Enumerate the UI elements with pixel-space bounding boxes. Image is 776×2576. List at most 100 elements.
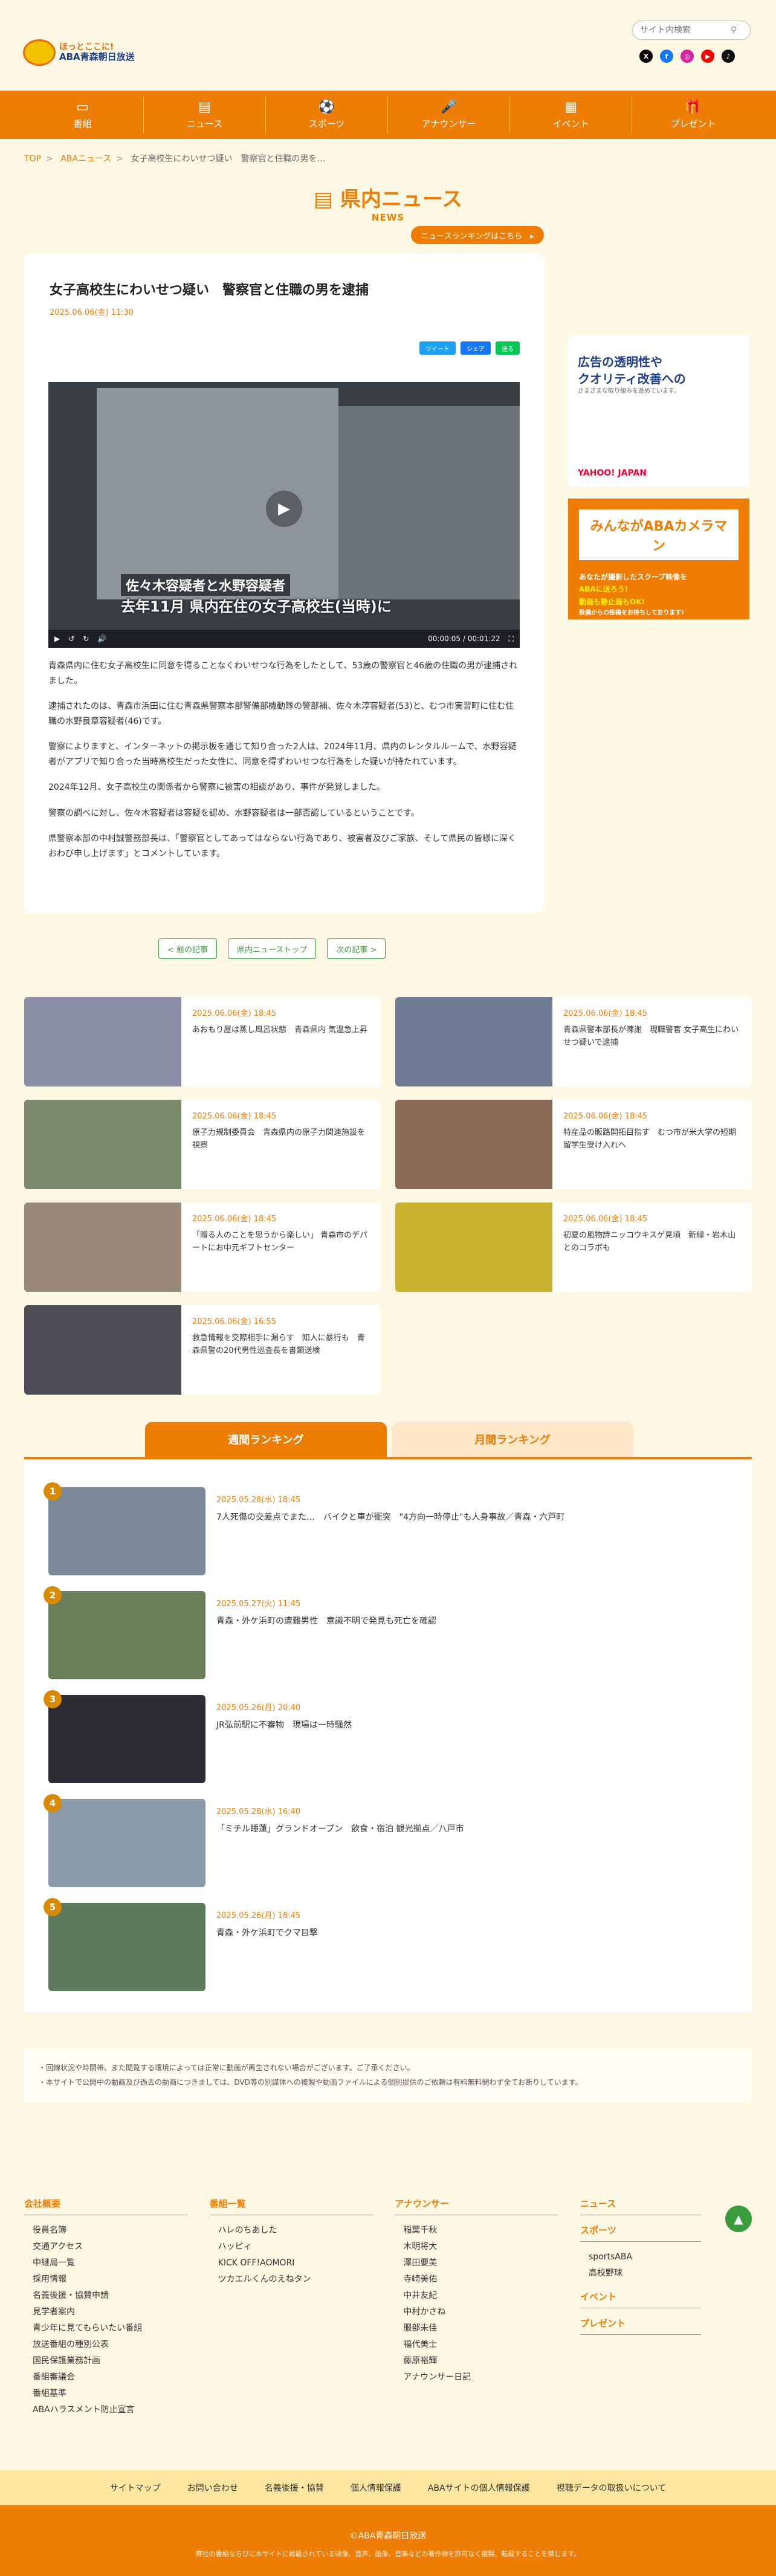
facebook-icon[interactable]: f — [660, 50, 673, 63]
footer-link[interactable]: 中井友紀 — [395, 2288, 580, 2304]
youtube-icon[interactable]: ▶ — [701, 50, 714, 63]
news-card[interactable]: 2025.06.06(金) 18:45 初夏の風物詩ニッコウキスゲ見頃 新緑・岩木… — [395, 1202, 752, 1292]
news-card[interactable]: 2025.06.06(金) 18:45 特産品の販路開拓目指す むつ市が米大学の短… — [395, 1100, 752, 1189]
footer-heading[interactable]: 番組一覧 — [209, 2197, 373, 2215]
volume-icon[interactable]: 🔊 — [97, 634, 106, 643]
footer-heading[interactable]: スポーツ — [580, 2224, 702, 2242]
footer-link[interactable]: 中継局一覧 — [24, 2255, 210, 2271]
prev-article-button[interactable]: < 前の記事 — [158, 938, 218, 959]
x-icon[interactable]: X — [639, 50, 653, 63]
footer-link[interactable]: 名義後援・協賛申請 — [24, 2288, 210, 2304]
logo-mascot-icon — [23, 39, 56, 66]
nav-announcers[interactable]: 🎤 アナウンサー — [388, 97, 510, 133]
ranking-item[interactable]: 2 2025.05.27(火) 11:45 青森・外ケ浜町の遭難男性 意識不明で発… — [44, 1586, 436, 1679]
footer-link[interactable]: ツカエルくんのえねタン — [210, 2271, 395, 2288]
forward-icon[interactable]: ↻ — [83, 634, 89, 643]
ad-banner-camera[interactable]: みんながABAカメラマン あなたが撮影したスクープ映像を ABAに送ろう! 動画… — [568, 499, 749, 619]
share-buttons: ツイート シェア 送る — [419, 341, 520, 355]
news-card[interactable]: 2025.06.06(金) 18:45 あおもり屋は蒸し風呂状態 青森県内 気温急… — [24, 997, 381, 1086]
news-card[interactable]: 2025.06.06(金) 18:45 青森県警本部長が陳謝 現職警官 女子高生に… — [395, 997, 752, 1086]
news-thumbnail — [395, 1202, 552, 1292]
back-to-top-icon[interactable]: ▲ — [725, 2206, 752, 2232]
play-icon[interactable]: ▶ — [266, 491, 302, 527]
news-card[interactable]: 2025.06.06(金) 18:45 「贈る人のことを思うから楽しい」 青森市の… — [24, 1202, 381, 1292]
play-control-icon[interactable]: ▶ — [54, 634, 60, 643]
ad-banner-yahoo[interactable]: 広告の透明性や クオリティ改善への さまざまな取り組みを進めています。 YAHO… — [568, 335, 749, 486]
news-top-button[interactable]: 県内ニューストップ — [228, 938, 317, 959]
footer-link[interactable]: 放送番組の種別公表 — [24, 2337, 210, 2353]
nav-presents[interactable]: 🎁 プレゼント — [632, 97, 754, 133]
footer-link[interactable]: ABAハラスメント防止宣言 — [24, 2402, 210, 2418]
footer-link[interactable]: 高校野球 — [580, 2265, 701, 2282]
news-card[interactable]: 2025.06.06(金) 18:45 原子力規制委員会 青森県内の原子力関連施設… — [24, 1100, 381, 1189]
footer-col-news: ニュース スポーツ sportsABA 高校野球 イベント プレゼント — [580, 2197, 702, 2418]
video-player[interactable]: ▶ 佐々木容疑者と水野容疑者 去年11月 県内在住の女子高校生(当時)に ▶ ↺… — [48, 382, 520, 648]
footer-link[interactable]: 役員名簿 — [24, 2223, 210, 2239]
footer-bar-link[interactable]: 視聴データの取扱いについて — [557, 2482, 667, 2494]
footer-heading[interactable]: アナウンサー — [395, 2197, 558, 2215]
footer-link[interactable]: 澤田要美 — [395, 2255, 580, 2271]
footer-link[interactable]: KICK OFF!AOMORI — [210, 2255, 395, 2271]
ranking-item[interactable]: 3 2025.05.26(月) 20:40 JR弘前駅に不審物 現場は一時騒然 — [44, 1690, 352, 1783]
search-icon[interactable]: ⚲ — [731, 25, 737, 35]
next-article-button[interactable]: 次の記事 > — [327, 938, 386, 959]
footer-link[interactable]: アナウンサー日記 — [395, 2369, 580, 2386]
footer-heading[interactable]: プレゼント — [580, 2317, 702, 2335]
footer-link[interactable]: 見学者案内 — [24, 2304, 210, 2320]
footer-link[interactable]: 採用情報 — [24, 2271, 210, 2288]
footer-link[interactable]: 交通アクセス — [24, 2239, 210, 2255]
news-card[interactable]: 2025.06.06(金) 16:55 救急情報を交際相手に漏らす 知人に暴行も … — [24, 1305, 381, 1395]
ranking-thumbnail: 1 — [44, 1482, 205, 1575]
line-send-button[interactable]: 送る — [496, 341, 520, 355]
nav-programs[interactable]: ▭ 番組 — [22, 97, 144, 133]
breadcrumb-aba-news[interactable]: ABAニュース — [60, 154, 111, 164]
rank-number: 4 — [44, 1794, 62, 1812]
footer-link[interactable]: sportsABA — [580, 2249, 701, 2265]
ranking-thumbnail: 5 — [44, 1898, 205, 1991]
footer-link[interactable]: 藤原裕輝 — [395, 2353, 580, 2369]
nav-news[interactable]: ▤ ニュース — [144, 97, 266, 133]
site-logo[interactable]: ほっとここに! ABA青森朝日放送 — [23, 35, 150, 70]
footer-link[interactable]: 国民保護業務計画 — [24, 2353, 210, 2369]
ranking-item[interactable]: 4 2025.05.28(水) 16:40 「ミチル睡蓮」グランドオープン 飲食・… — [44, 1794, 464, 1887]
footer-link[interactable]: 福代美士 — [395, 2337, 580, 2353]
tab-weekly-ranking[interactable]: 週間ランキング — [145, 1422, 387, 1457]
footer-bar-link[interactable]: お問い合わせ — [187, 2482, 238, 2494]
footer-link[interactable]: ハレのちあした — [210, 2223, 395, 2239]
news-thumbnail — [24, 997, 181, 1086]
footer-link[interactable]: 青少年に見てもらいたい番組 — [24, 2320, 210, 2337]
facebook-share-button[interactable]: シェア — [461, 341, 491, 355]
tab-monthly-ranking[interactable]: 月間ランキング — [392, 1422, 633, 1457]
fullscreen-icon[interactable]: ⛶ — [509, 634, 514, 644]
instagram-icon[interactable]: ◎ — [681, 50, 694, 63]
footer-bar-link[interactable]: 個人情報保護 — [351, 2482, 401, 2494]
footer-link[interactable]: ハッピィ — [210, 2239, 395, 2255]
footer-bar-link[interactable]: サイトマップ — [110, 2482, 161, 2494]
footer-bar-link[interactable]: 名義後援・協賛 — [265, 2482, 324, 2494]
search-input[interactable] — [640, 25, 731, 35]
footer-link[interactable]: 寺崎美佑 — [395, 2271, 580, 2288]
ranking-thumbnail: 4 — [44, 1794, 205, 1887]
footer-heading[interactable]: イベント — [580, 2290, 702, 2308]
footer-link[interactable]: 番組審議会 — [24, 2369, 210, 2386]
rewind-icon[interactable]: ↺ — [68, 634, 74, 643]
nav-events[interactable]: ▦ イベント — [510, 97, 632, 133]
footer-link[interactable]: 稲葉千秋 — [395, 2223, 580, 2239]
nav-sports[interactable]: ⚽ スポーツ — [266, 97, 388, 133]
footer-link[interactable]: 服部未佳 — [395, 2320, 580, 2337]
tweet-button[interactable]: ツイート — [419, 341, 456, 355]
ranking-item[interactable]: 1 2025.05.28(水) 18:45 7人死傷の交差点でまた… バイクと車が… — [44, 1482, 564, 1575]
ranking-item[interactable]: 5 2025.05.26(月) 18:45 青森・外ケ浜町でクマ目撃 — [44, 1898, 318, 1991]
footer-link[interactable]: 木明将大 — [395, 2239, 580, 2255]
footer-link[interactable]: 番組基準 — [24, 2386, 210, 2402]
footer-bar-link[interactable]: ABAサイトの個人情報保護 — [428, 2482, 530, 2494]
footer-heading[interactable]: 会社概要 — [24, 2197, 187, 2215]
copyright-text: ©ABA青森朝日放送 — [349, 2531, 427, 2541]
breadcrumb-top[interactable]: TOP — [24, 154, 41, 164]
tiktok-icon[interactable]: ♪ — [722, 50, 735, 63]
footer-link[interactable]: 中村かさね — [395, 2304, 580, 2320]
news-ranking-link[interactable]: ニュースランキングはこちら ▸ — [411, 226, 544, 244]
footer-heading[interactable]: ニュース — [580, 2197, 702, 2215]
playback-notice: ・回線状況や時間帯、また閲覧する環境によっては正常に動画が再生されない場合がござ… — [24, 2048, 752, 2103]
article-date: 2025.06.06(金) 11:30 — [50, 308, 134, 317]
